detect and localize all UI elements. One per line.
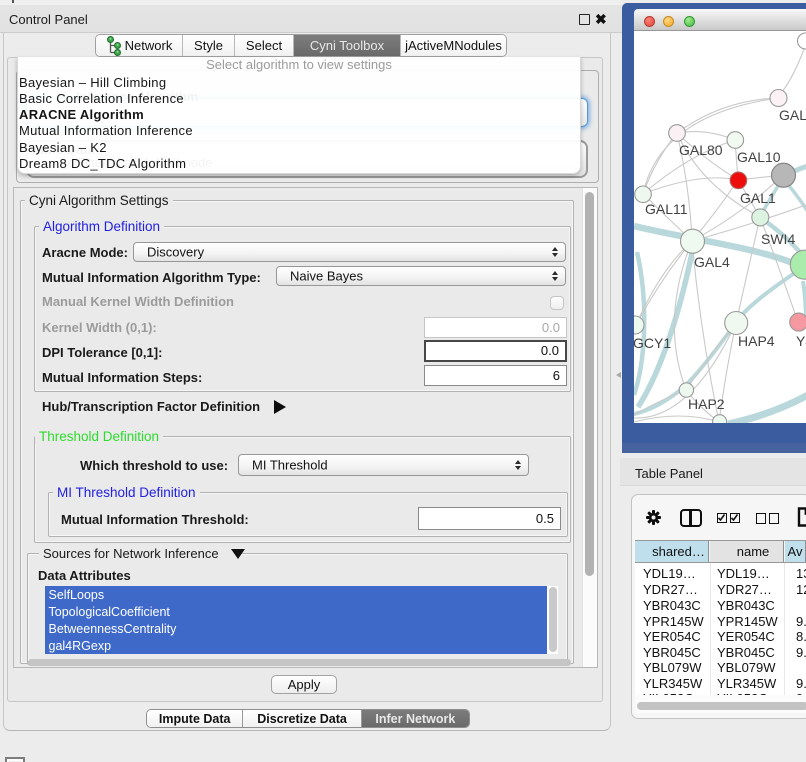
svg-text:HAP2: HAP2 bbox=[688, 396, 725, 412]
svg-text:GAL1: GAL1 bbox=[740, 190, 776, 206]
svg-text:YJ: YJ bbox=[796, 333, 806, 349]
svg-text:GAL4: GAL4 bbox=[694, 254, 730, 270]
svg-text:SWI4: SWI4 bbox=[761, 231, 795, 247]
svg-text:GAL11: GAL11 bbox=[645, 201, 688, 217]
svg-text:GCY1: GCY1 bbox=[634, 335, 671, 351]
svg-text:GAL10: GAL10 bbox=[737, 149, 781, 165]
svg-text:GAL: GAL bbox=[779, 107, 806, 123]
svg-text:HAP4: HAP4 bbox=[738, 333, 775, 349]
svg-text:GAL80: GAL80 bbox=[679, 142, 723, 158]
